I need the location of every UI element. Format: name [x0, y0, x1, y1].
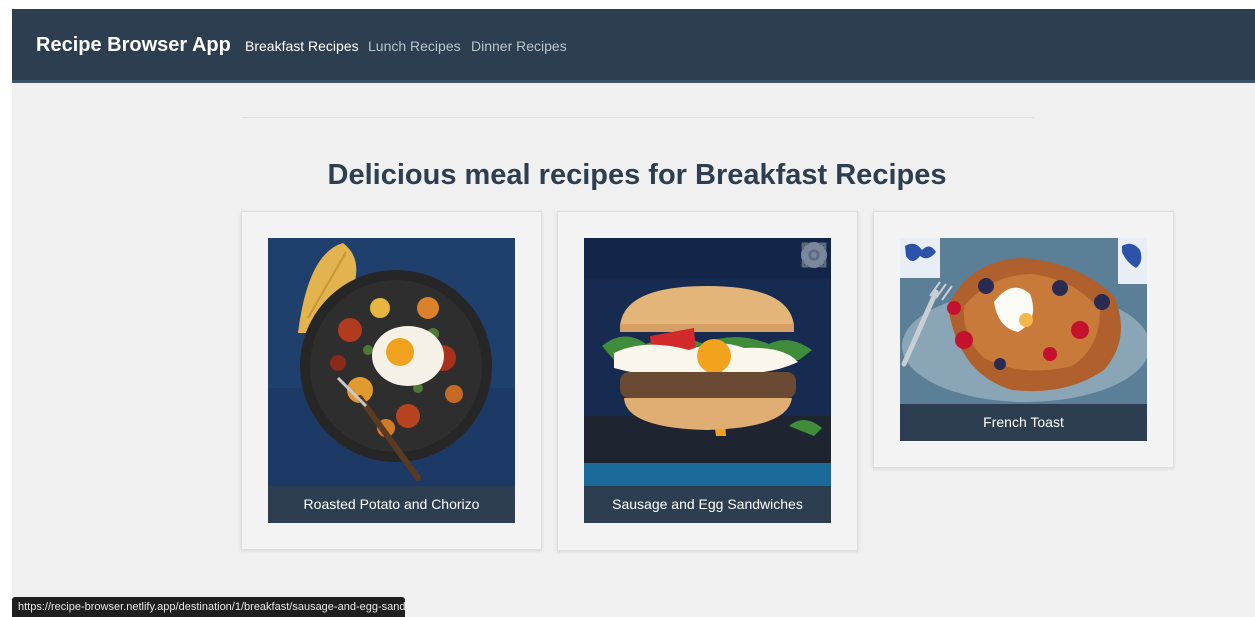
status-bar-url: https://recipe-browser.netlify.app/desti… — [12, 597, 405, 617]
recipe-image-french-toast[interactable] — [900, 238, 1147, 404]
recipe-title[interactable]: Sausage and Egg Sandwiches — [584, 486, 831, 523]
page-title: Delicious meal recipes for Breakfast Rec… — [327, 159, 947, 191]
recipe-card[interactable]: French Toast — [873, 211, 1174, 468]
recipe-card[interactable]: Roasted Potato and Chorizo — [241, 211, 542, 550]
nav-link-dinner[interactable]: Dinner Recipes — [471, 38, 567, 54]
recipe-title[interactable]: French Toast — [900, 404, 1147, 441]
nav-link-lunch[interactable]: Lunch Recipes — [368, 38, 461, 54]
recipe-title[interactable]: Roasted Potato and Chorizo — [268, 486, 515, 523]
recipe-image-sausage-egg-sandwiches[interactable] — [584, 238, 831, 486]
recipe-image-roasted-potato-chorizo[interactable] — [268, 238, 515, 486]
navbar: Recipe Browser App Breakfast Recipes Lun… — [12, 9, 1255, 83]
recipe-card[interactable]: Sausage and Egg Sandwiches — [557, 211, 858, 551]
recipe-app: Recipe Browser App Breakfast Recipes Lun… — [12, 9, 1255, 617]
divider — [242, 117, 1034, 118]
brand-link[interactable]: Recipe Browser App — [36, 34, 231, 57]
nav-link-breakfast[interactable]: Breakfast Recipes — [245, 38, 359, 54]
google-lens-icon[interactable] — [801, 242, 827, 268]
browser-viewport: Recipe Browser App Breakfast Recipes Lun… — [0, 0, 1255, 617]
